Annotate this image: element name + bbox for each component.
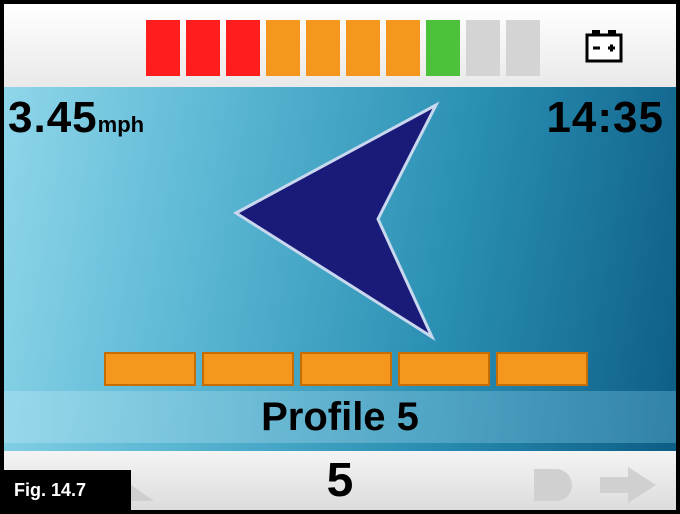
battery-segment — [186, 20, 220, 76]
battery-segment — [346, 20, 380, 76]
bottom-bar: 5 Fig. 14.7 — [4, 451, 676, 510]
battery-segment — [466, 20, 500, 76]
profile-level-bars — [104, 352, 590, 386]
drive-display: 3.45mph 14:35 Profile 5 — [4, 87, 676, 451]
battery-segment — [386, 20, 420, 76]
left-arrow-icon — [233, 101, 440, 341]
controller-screen: 3.45mph 14:35 Profile 5 5 Fig. 14.7 — [4, 4, 676, 510]
profile-bar — [300, 352, 392, 386]
battery-segment — [266, 20, 300, 76]
faded-light-arrow-icon — [534, 467, 656, 503]
speed-unit: mph — [97, 112, 145, 137]
battery-segment — [506, 20, 540, 76]
battery-segment — [146, 20, 180, 76]
display-frame: 3.45mph 14:35 Profile 5 5 Fig. 14.7 — [0, 0, 680, 514]
speed-readout: 3.45mph — [8, 93, 144, 143]
battery-segment — [226, 20, 260, 76]
profile-label: Profile 5 — [4, 391, 676, 443]
speed-value: 3.45 — [8, 93, 98, 142]
battery-segment — [306, 20, 340, 76]
battery-icon — [585, 30, 623, 63]
battery-segment — [426, 20, 460, 76]
profile-bar — [398, 352, 490, 386]
figure-label: Fig. 14.7 — [4, 470, 131, 510]
battery-gauge-bar — [4, 4, 676, 87]
profile-bar — [202, 352, 294, 386]
clock: 14:35 — [546, 93, 664, 142]
profile-bar — [104, 352, 196, 386]
profile-bar — [496, 352, 588, 386]
